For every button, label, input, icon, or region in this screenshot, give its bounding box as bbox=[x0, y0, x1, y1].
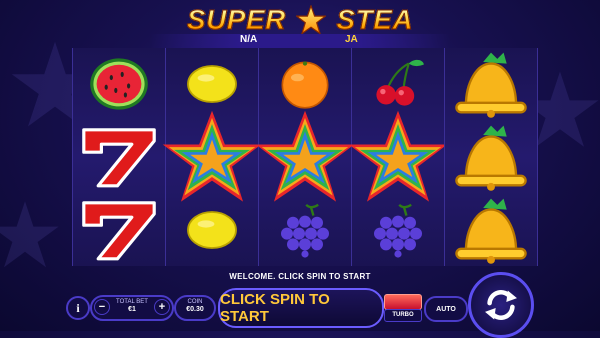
rainbow-star-symbol bbox=[255, 110, 355, 202]
lemon-symbol bbox=[166, 194, 258, 266]
minus-icon: − bbox=[98, 301, 106, 313]
reel-3 bbox=[255, 48, 355, 266]
turbo-toggle[interactable]: TURBO bbox=[384, 294, 422, 322]
coin-value-control[interactable]: COIN €0.30 bbox=[174, 295, 216, 321]
coin-label: COIN bbox=[187, 299, 203, 305]
seven-icon bbox=[82, 201, 156, 261]
lemon-icon bbox=[187, 211, 237, 249]
total-bet-control: − TOTAL BET €1 + bbox=[90, 295, 174, 321]
click-spin-button[interactable]: CLICK SPIN TO START bbox=[218, 288, 384, 328]
decrease-bet-button[interactable]: − bbox=[94, 299, 110, 315]
logo-star-icon bbox=[296, 4, 327, 35]
turbo-label: TURBO bbox=[384, 309, 422, 322]
reel-1 bbox=[72, 48, 166, 266]
info-button[interactable]: i bbox=[66, 296, 90, 320]
rainbow-star-symbol bbox=[162, 110, 262, 202]
reel-5 bbox=[444, 48, 538, 266]
total-bet-label: TOTAL BET bbox=[116, 299, 148, 305]
plus-icon: + bbox=[158, 301, 166, 313]
grapes-symbol bbox=[259, 194, 351, 266]
rainbow-star-icon bbox=[162, 110, 262, 202]
rainbow-star-symbol bbox=[348, 110, 448, 202]
header-bar bbox=[150, 34, 450, 48]
bell-symbol bbox=[445, 194, 537, 266]
watermelon-icon bbox=[90, 58, 148, 110]
header-right-value: JA bbox=[345, 34, 358, 45]
grapes-symbol bbox=[352, 194, 444, 266]
grapes-icon bbox=[281, 203, 329, 258]
seven-symbol bbox=[73, 194, 165, 266]
lemon-icon bbox=[187, 65, 237, 103]
bell-icon bbox=[455, 52, 527, 118]
seven-icon bbox=[82, 128, 156, 188]
bell-symbol bbox=[445, 48, 537, 120]
reel-4 bbox=[348, 48, 448, 266]
rainbow-star-icon bbox=[348, 110, 448, 202]
autoplay-button[interactable]: AUTO bbox=[424, 296, 468, 322]
coin-value: €0.30 bbox=[186, 306, 204, 313]
bell-icon bbox=[455, 198, 527, 264]
logo-word-right: STEA bbox=[336, 3, 414, 35]
cherries-icon bbox=[376, 59, 424, 106]
turbo-indicator bbox=[384, 294, 422, 310]
bell-symbol bbox=[445, 121, 537, 193]
watermelon-symbol bbox=[73, 48, 165, 120]
total-bet-value: €1 bbox=[128, 306, 136, 313]
increase-bet-button[interactable]: + bbox=[154, 299, 170, 315]
spin-button[interactable] bbox=[468, 272, 534, 338]
seven-symbol bbox=[73, 121, 165, 193]
background-star-icon bbox=[0, 201, 59, 268]
cherries-symbol bbox=[352, 48, 444, 120]
game-logo: SUPER STEA bbox=[0, 2, 600, 35]
header-left-value: N/A bbox=[240, 34, 258, 45]
spin-arrows-icon bbox=[485, 290, 517, 320]
reel-2 bbox=[162, 48, 262, 266]
lemon-symbol bbox=[166, 48, 258, 120]
orange-icon bbox=[281, 61, 329, 109]
grapes-icon bbox=[374, 203, 422, 258]
autoplay-label: AUTO bbox=[436, 305, 456, 313]
info-icon: i bbox=[76, 300, 80, 315]
bell-icon bbox=[455, 125, 527, 191]
logo-word-left: SUPER bbox=[186, 3, 286, 35]
rainbow-star-icon bbox=[255, 110, 355, 202]
reels-area bbox=[72, 48, 538, 266]
orange-symbol bbox=[259, 48, 351, 120]
